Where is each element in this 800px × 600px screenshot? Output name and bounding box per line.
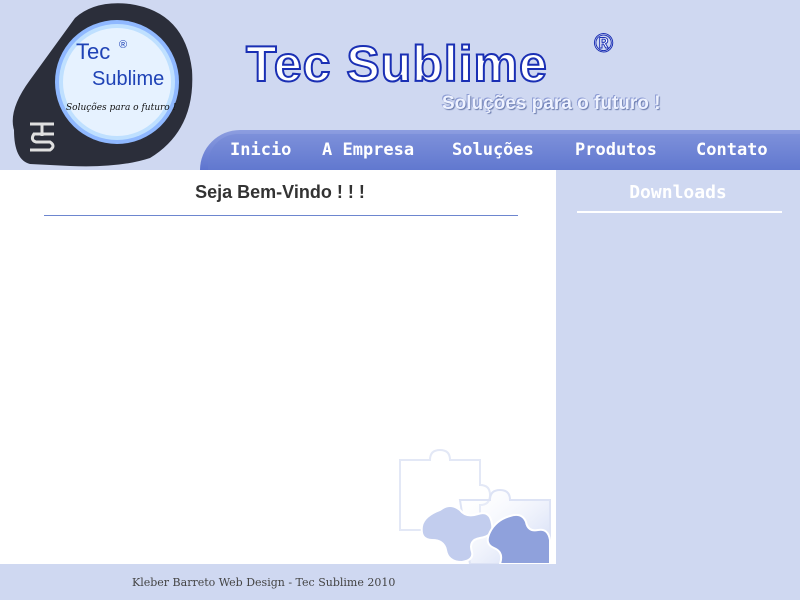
footer-credits: Kleber Barreto Web Design - Tec Sublime … xyxy=(132,576,396,589)
logo-title-line2: Sublime xyxy=(92,68,165,90)
nav-item-inicio[interactable]: Inicio xyxy=(230,140,291,160)
sidebar-title-downloads: Downloads xyxy=(629,182,727,203)
logo-slogan: Soluções para o futuro ! xyxy=(66,103,177,113)
sidebar-divider xyxy=(577,211,782,213)
site-title: Tec Sublime xyxy=(245,35,548,93)
welcome-heading: Seja Bem-Vindo ! ! ! xyxy=(195,182,365,202)
logo-reg-mark: ® xyxy=(119,39,128,51)
site-reg-mark: ® xyxy=(593,28,614,59)
nav-item-produtos[interactable]: Produtos xyxy=(575,140,657,160)
welcome-divider xyxy=(44,215,518,216)
header: Tec ® Sublime Soluções para o futuro ! T… xyxy=(0,0,800,170)
footer: Kleber Barreto Web Design - Tec Sublime … xyxy=(0,564,800,600)
nav-item-solucoes[interactable]: Soluções xyxy=(452,140,534,160)
nav-item-contato[interactable]: Contato xyxy=(696,140,768,160)
site-slogan: Soluções para o futuro ! xyxy=(442,93,661,114)
main-content: Seja Bem-Vindo ! ! ! xyxy=(0,170,556,564)
logo-title-line1: Tec xyxy=(76,39,111,64)
puzzle-pieces-image xyxy=(399,448,551,564)
sidebar: Downloads xyxy=(556,170,800,564)
nav-item-a-empresa[interactable]: A Empresa xyxy=(322,140,414,160)
